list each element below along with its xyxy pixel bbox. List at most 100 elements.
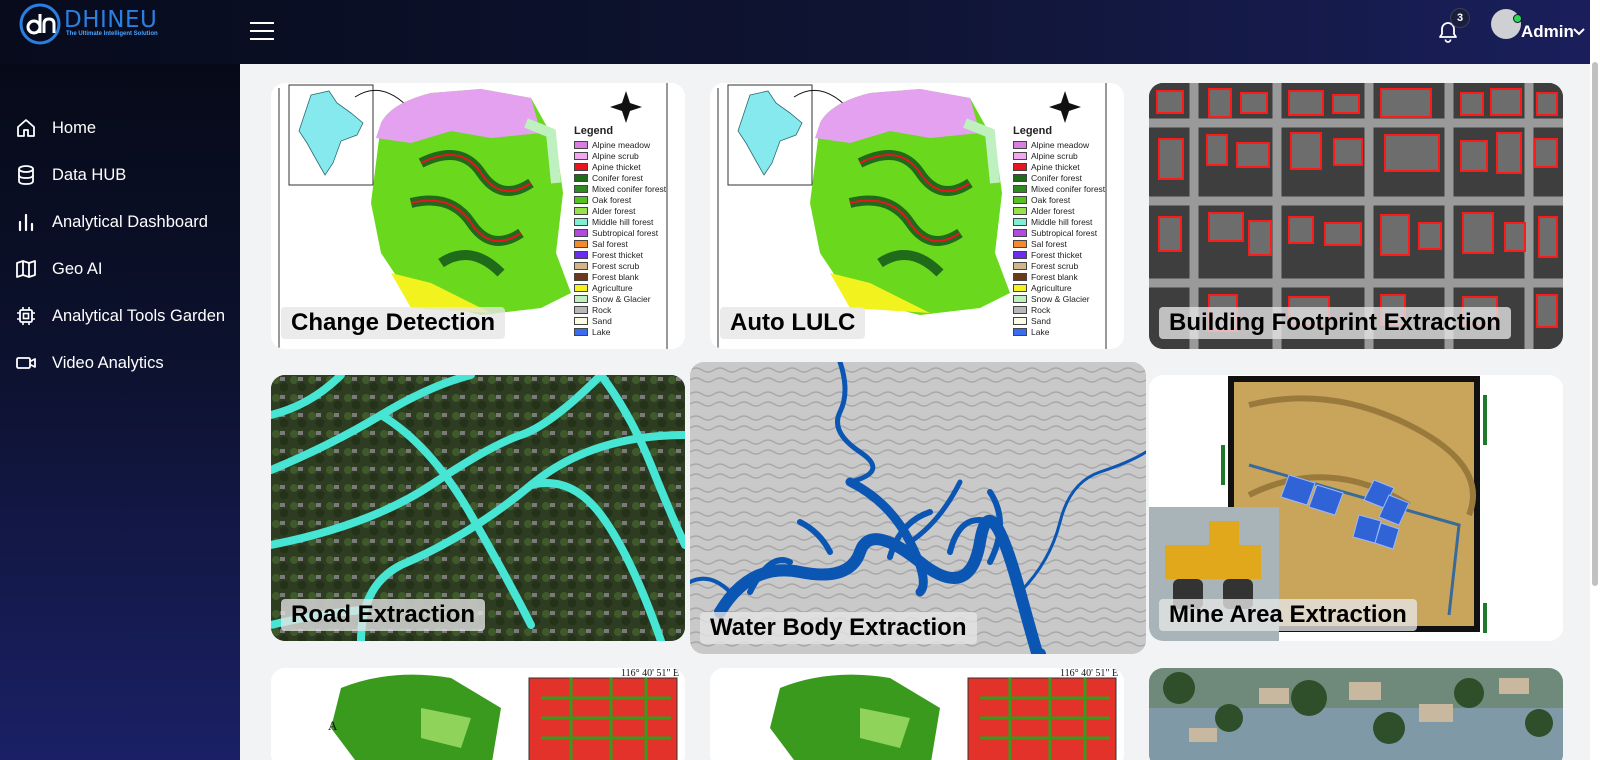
sidebar-item-geo-ai[interactable]: Geo AI: [0, 249, 240, 289]
legend-item: Middle hill forest: [574, 216, 685, 227]
legend-swatch: [574, 206, 588, 215]
legend-item: Forest thicket: [574, 249, 685, 260]
legend-item: Lake: [1013, 326, 1124, 337]
card-building-footprint-extraction[interactable]: Building Footprint Extraction: [1149, 83, 1563, 349]
sidebar-item-label: Video Analytics: [52, 353, 164, 372]
legend-swatch: [574, 272, 588, 281]
card-flood-mapping[interactable]: [1149, 668, 1563, 760]
legend-item: Alder forest: [1013, 205, 1124, 216]
legend-item: Sand: [574, 315, 685, 326]
legend-swatch: [1013, 173, 1027, 182]
legend-label: Mixed conifer forest: [1031, 183, 1106, 194]
legend-label: Rock: [1031, 304, 1051, 315]
legend-swatch: [574, 239, 588, 248]
video-camera-icon: [16, 357, 36, 369]
legend-swatch: [1013, 151, 1027, 160]
legend-label: Alpine scrub: [1031, 150, 1078, 161]
legend-label: Subtropical forest: [592, 227, 659, 238]
legend-label: Middle hill forest: [1031, 216, 1093, 227]
card-auto-lulc[interactable]: Legend Alpine meadow Alpine scrub Apine th…: [710, 83, 1124, 349]
longitude-label: 116° 40' 51" E: [621, 668, 680, 679]
legend-swatch: [1013, 140, 1027, 149]
sidebar-item-analytical-tools-garden[interactable]: Analytical Tools Garden: [0, 296, 240, 336]
database-icon: [18, 165, 34, 185]
legend-label: Conifer forest: [592, 172, 644, 183]
card-label: Auto LULC: [720, 307, 866, 339]
notification-count-badge: 3: [1450, 8, 1470, 28]
legend-item: Alder forest: [574, 205, 685, 216]
sidebar-item-home[interactable]: Home: [0, 108, 240, 148]
home-icon: [17, 119, 35, 137]
legend-label: Snow & Glacier: [1031, 293, 1090, 304]
legend-swatch: [1013, 239, 1027, 248]
card-road-extraction[interactable]: Road Extraction: [271, 375, 685, 641]
legend-swatch: [1013, 327, 1027, 336]
legend-label: Sand: [1031, 315, 1051, 326]
longitude-label: 116° 40' 51" E: [1060, 668, 1119, 679]
card-mine-area-extraction[interactable]: Mine Area Extraction: [1149, 375, 1563, 641]
map-icon: [16, 260, 36, 278]
legend-label: Lake: [592, 326, 611, 337]
map-legend: Legend Alpine meadow Alpine scrub Apine th…: [574, 125, 685, 337]
legend-label: Snow & Glacier: [592, 293, 651, 304]
urban-map-image: [710, 668, 1124, 760]
legend-swatch: [1013, 283, 1027, 292]
legend-item: Alpine meadow: [1013, 139, 1124, 150]
legend-swatch: [574, 228, 588, 237]
legend-swatch: [1013, 294, 1027, 303]
sidebar-item-video-analytics[interactable]: Video Analytics: [0, 343, 240, 383]
legend-item: Oak forest: [574, 194, 685, 205]
legend-swatch: [1013, 162, 1027, 171]
card-water-body-extraction[interactable]: Water Body Extraction: [690, 362, 1146, 654]
user-menu-name[interactable]: Admin: [1521, 22, 1574, 42]
legend-swatch: [574, 294, 588, 303]
scrollbar-thumb[interactable]: [1592, 62, 1598, 586]
legend-item: Forest thicket: [1013, 249, 1124, 260]
menu-toggle-icon[interactable]: [250, 22, 274, 42]
legend-swatch: [1013, 272, 1027, 281]
legend-swatch: [1013, 316, 1027, 325]
card-change-detection[interactable]: Legend Alpine meadow Alpine scrub Apine th…: [271, 83, 685, 349]
legend-swatch: [574, 305, 588, 314]
legend-swatch: [1013, 250, 1027, 259]
chip-icon: [17, 307, 35, 325]
map-legend: Legend Alpine meadow Alpine scrub Apine th…: [1013, 125, 1124, 337]
legend-item: Subtropical forest: [574, 227, 685, 238]
legend-label: Forest thicket: [1031, 249, 1083, 260]
legend-item: Subtropical forest: [1013, 227, 1124, 238]
legend-swatch: [1013, 206, 1027, 215]
legend-swatch: [574, 162, 588, 171]
legend-swatch: [574, 261, 588, 270]
legend-item: Apine thicket: [574, 161, 685, 172]
legend-label: Apine thicket: [1031, 161, 1080, 172]
card-urban-growth-map[interactable]: A 116° 40' 51" E: [271, 668, 685, 760]
legend-item: Agriculture: [574, 282, 685, 293]
legend-label: Lake: [1031, 326, 1050, 337]
legend-swatch: [574, 327, 588, 336]
sidebar-item-data-hub[interactable]: Data HUB: [0, 155, 240, 195]
sidebar-item-label: Data HUB: [52, 165, 127, 184]
legend-label: Forest scrub: [592, 260, 640, 271]
legend-swatch: [1013, 195, 1027, 204]
card-urban-growth-map-2[interactable]: 116° 40' 51" E: [710, 668, 1124, 760]
card-label: Building Footprint Extraction: [1159, 307, 1511, 339]
legend-label: Forest blank: [592, 271, 639, 282]
legend-item: Sal forest: [1013, 238, 1124, 249]
legend-swatch: [1013, 184, 1027, 193]
legend-label: Alpine meadow: [1031, 139, 1090, 150]
legend-swatch: [1013, 261, 1027, 270]
legend-swatch: [574, 316, 588, 325]
urban-map-image: [271, 668, 685, 760]
flood-aerial-image: [1149, 668, 1563, 760]
card-label: Change Detection: [281, 307, 506, 339]
legend-item: Agriculture: [1013, 282, 1124, 293]
legend-item: Mixed conifer forest: [1013, 183, 1124, 194]
legend-item: Alpine scrub: [574, 150, 685, 161]
legend-item: Rock: [574, 304, 685, 315]
legend-swatch: [574, 217, 588, 226]
legend-item: Conifer forest: [574, 172, 685, 183]
legend-item: Sal forest: [574, 238, 685, 249]
chevron-down-icon[interactable]: [1573, 28, 1585, 36]
sidebar-item-analytical-dashboard[interactable]: Analytical Dashboard: [0, 202, 240, 242]
brand-logo[interactable]: DHINEU The Ultimate Intelligent Solution: [18, 2, 188, 46]
